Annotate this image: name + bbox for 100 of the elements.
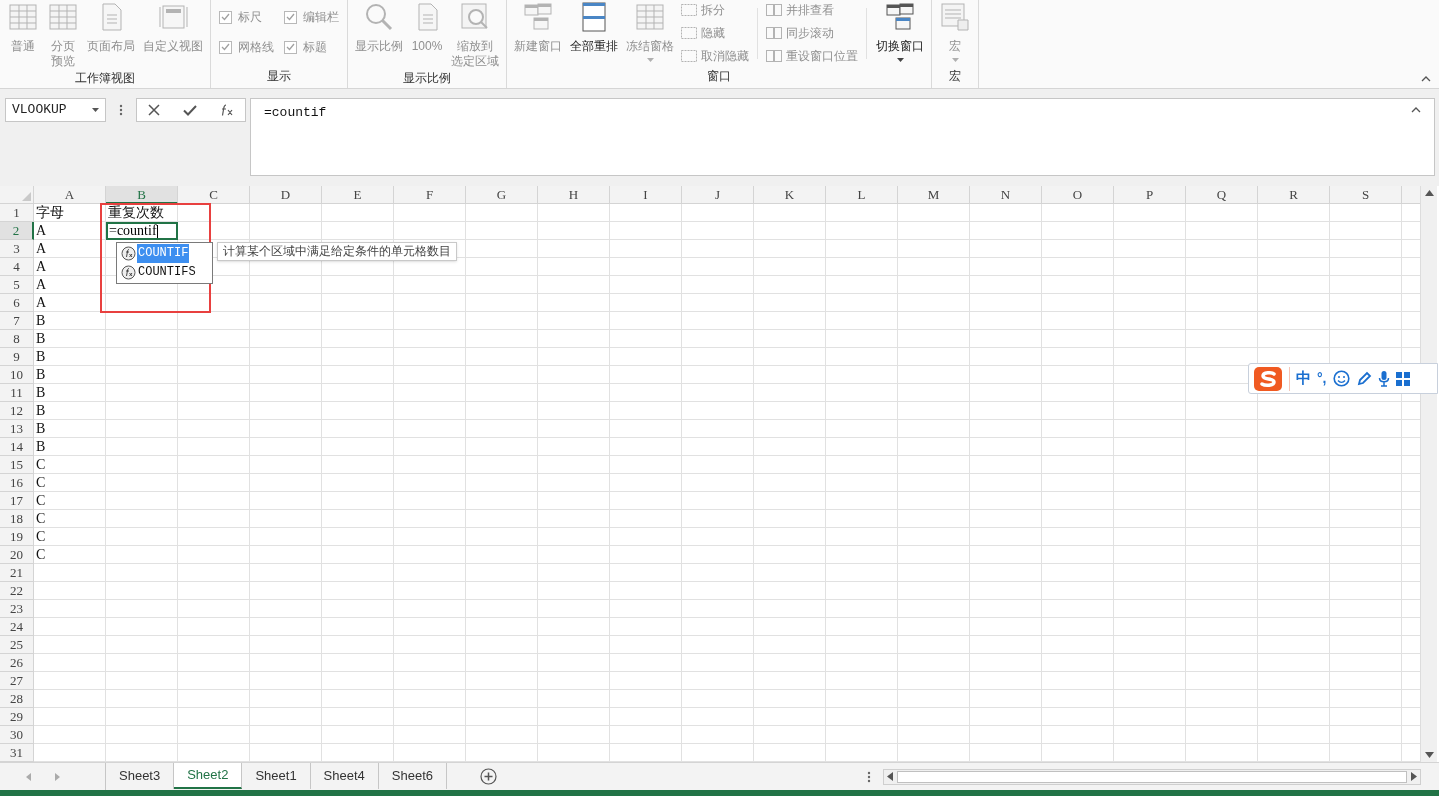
collapse-icon[interactable] [1411,107,1421,113]
row-header[interactable]: 27 [0,672,34,690]
row-header[interactable]: 13 [0,420,34,438]
row-header[interactable]: 6 [0,294,34,312]
pen-icon[interactable] [1355,370,1372,387]
row-header[interactable]: 2 [0,222,34,240]
punctuation-toggle[interactable]: °, [1317,368,1327,389]
row-header[interactable]: 21 [0,564,34,582]
row-header[interactable]: 12 [0,402,34,420]
cell-text: B [36,312,46,329]
row-header[interactable]: 26 [0,654,34,672]
row-header[interactable]: 10 [0,366,34,384]
scroll-thumb[interactable] [897,770,1407,783]
pages-icon [766,50,782,62]
row-header[interactable]: 16 [0,474,34,492]
column-header[interactable]: C [178,186,250,204]
vertical-scrollbar[interactable] [1420,186,1437,762]
function-icon[interactable] [219,104,234,116]
microphone-icon[interactable] [1377,370,1390,387]
row-header[interactable]: 18 [0,510,34,528]
row-header[interactable]: 29 [0,708,34,726]
check-icon[interactable] [183,104,197,116]
row-header[interactable]: 22 [0,582,34,600]
cell-text: B [36,366,46,383]
sheet-tab[interactable]: Sheet4 [310,763,379,789]
cell-text: C [36,492,46,509]
column-header[interactable]: B [106,186,178,204]
row-header[interactable]: 1 [0,204,34,222]
smiley-icon[interactable] [1332,370,1350,387]
scroll-right-icon[interactable] [1411,772,1417,781]
column-header[interactable]: I [610,186,682,204]
sheet-tab[interactable]: Sheet2 [174,763,243,789]
row-header[interactable]: 19 [0,528,34,546]
row-header[interactable]: 15 [0,456,34,474]
row-header[interactable]: 4 [0,258,34,276]
row-header[interactable]: 25 [0,636,34,654]
row-header[interactable]: 9 [0,348,34,366]
row-header[interactable]: 14 [0,438,34,456]
check-icon [221,43,230,51]
row-header[interactable]: 24 [0,618,34,636]
check-icon [286,43,295,51]
horizontal-scrollbar[interactable] [883,768,1421,785]
more-icon[interactable] [867,770,871,783]
column-header[interactable]: A [34,186,106,204]
add-sheet-icon[interactable] [480,768,497,785]
column-header[interactable]: M [898,186,970,204]
row-header[interactable]: 11 [0,384,34,402]
function-tooltip: 计算某个区域中满足给定条件的单元格数目 [217,242,457,261]
column-header[interactable]: L [826,186,898,204]
column-header[interactable]: S [1330,186,1402,204]
column-header[interactable]: K [754,186,826,204]
cell-text: C [36,510,46,527]
column-header[interactable]: P [1114,186,1186,204]
cell-text: A [36,294,47,311]
input-mode-toggle[interactable]: 中 [1296,367,1311,390]
column-header[interactable]: E [322,186,394,204]
row-header[interactable]: 20 [0,546,34,564]
row-header[interactable]: 31 [0,744,34,762]
name-box[interactable]: VLOOKUP [5,98,106,122]
sheet-tab[interactable]: Sheet1 [242,763,311,789]
column-header[interactable]: D [250,186,322,204]
scroll-left-icon[interactable] [887,772,893,781]
autocomplete-item[interactable]: COUNTIFS [118,263,211,282]
ribbon-button[interactable]: 切换窗口 [873,0,927,67]
sheet-tab[interactable]: Sheet6 [378,763,447,789]
cell-text: 字母 [36,204,64,221]
editing-cell[interactable]: =countif [106,222,178,240]
row-header[interactable]: 3 [0,240,34,258]
row-header[interactable]: 17 [0,492,34,510]
group-label: 宏 [948,68,962,85]
column-header[interactable]: F [394,186,466,204]
scroll-up-icon[interactable] [1424,190,1434,196]
column-header[interactable]: G [466,186,538,204]
group-label: 显示 [266,68,292,85]
row-header[interactable]: 5 [0,276,34,294]
cell-text: B [36,330,46,347]
close-icon[interactable] [148,104,161,116]
row-header[interactable]: 23 [0,600,34,618]
ribbon-button[interactable]: 全部重排 [567,0,621,67]
scroll-down-icon[interactable] [1424,752,1434,758]
panel-icon [681,50,697,62]
column-header[interactable]: H [538,186,610,204]
more-icon[interactable] [119,104,123,116]
cell-text: B [36,438,46,455]
column-header[interactable]: R [1258,186,1330,204]
ime-logo-icon[interactable] [1253,365,1283,392]
column-header[interactable]: Q [1186,186,1258,204]
column-header[interactable]: J [682,186,754,204]
row-header[interactable]: 30 [0,726,34,744]
row-header[interactable]: 28 [0,690,34,708]
grid-icon[interactable] [1395,371,1410,386]
column-header[interactable]: O [1042,186,1114,204]
cell-text: B [36,384,46,401]
column-header[interactable]: N [970,186,1042,204]
row-header[interactable]: 8 [0,330,34,348]
formula-field[interactable]: =countif [250,98,1435,176]
collapse-ribbon-icon[interactable] [1421,76,1431,82]
cell-text: C [36,456,46,473]
group-label: 窗口 [706,68,732,85]
row-header[interactable]: 7 [0,312,34,330]
